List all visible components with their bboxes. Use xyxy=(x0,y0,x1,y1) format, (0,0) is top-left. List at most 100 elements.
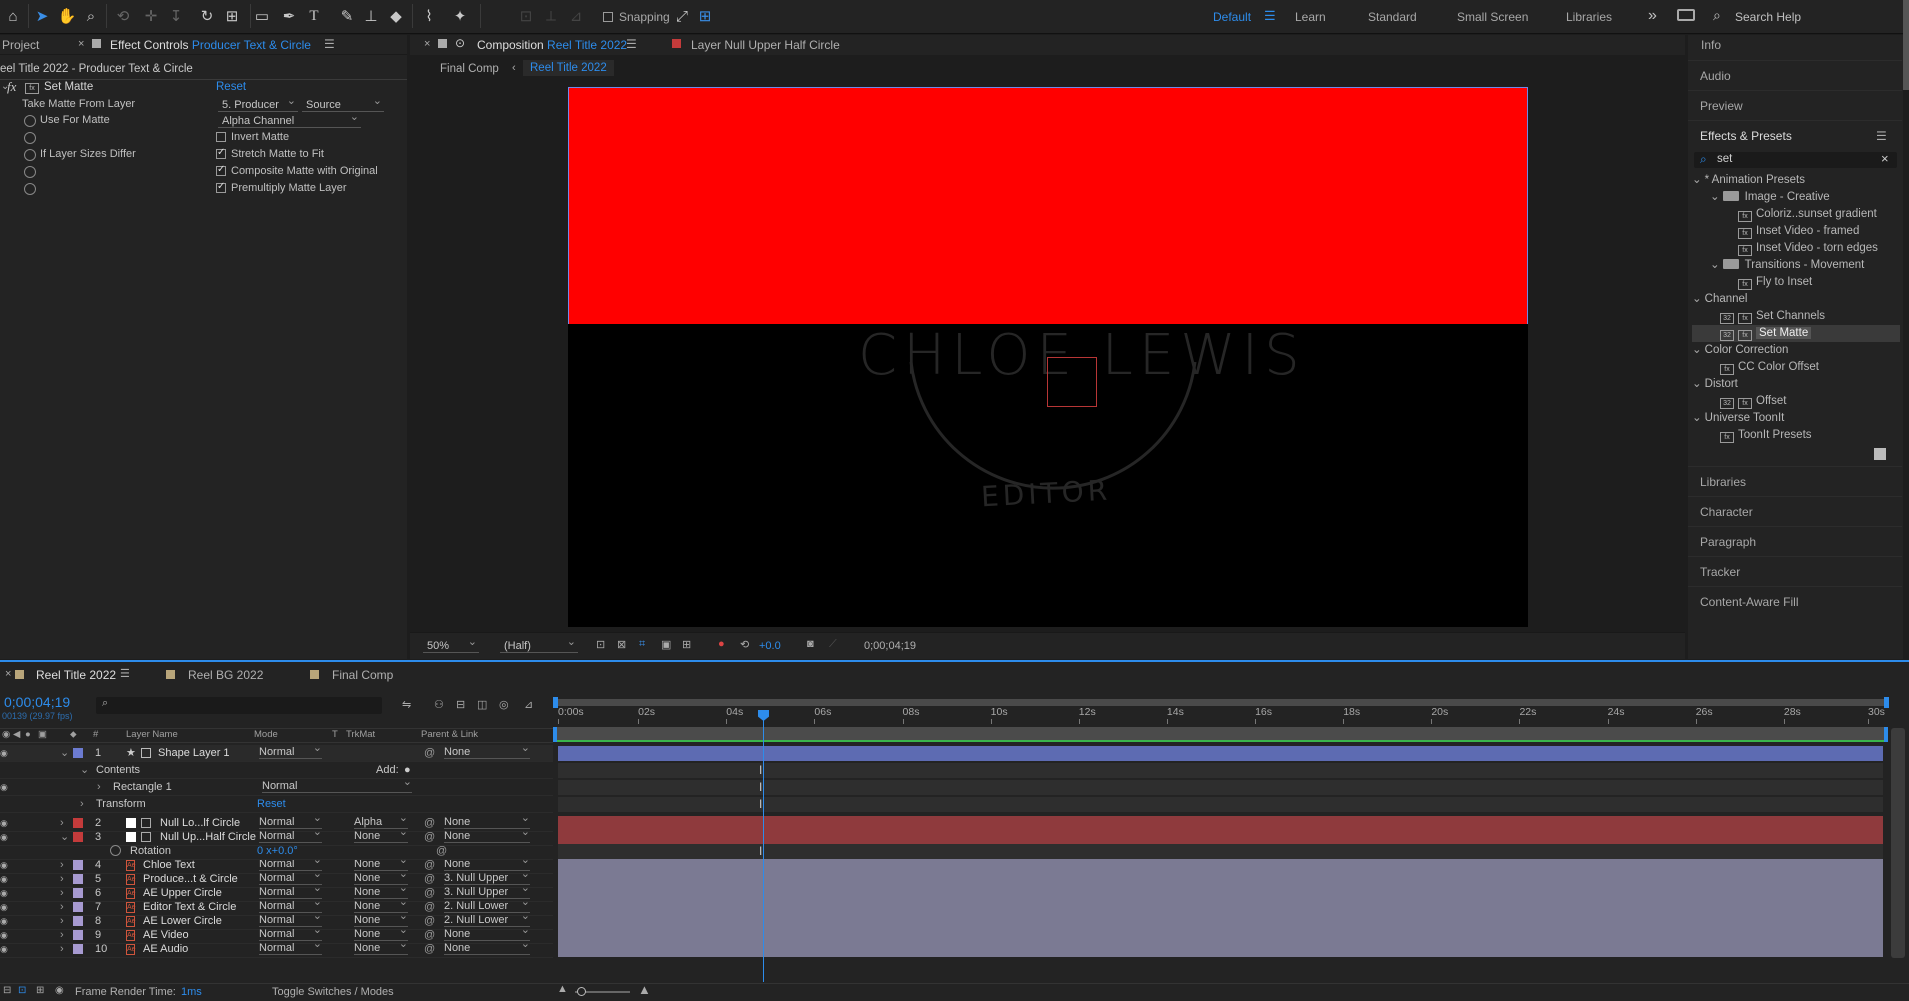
breadcrumb-final-comp[interactable]: Final Comp xyxy=(440,63,499,75)
search-help-input[interactable]: Search Help xyxy=(1735,10,1801,24)
search-icon[interactable]: ⌕ xyxy=(1713,7,1721,24)
info-panel-tab[interactable]: Info xyxy=(1701,38,1721,52)
timeline-tab-reel-title[interactable]: Reel Title 2022 xyxy=(36,665,116,685)
composition-mini-flowchart-icon[interactable]: ⇋ xyxy=(402,698,411,711)
snap-options-icon[interactable]: ⤢ xyxy=(671,5,693,27)
sync-settings-icon[interactable] xyxy=(1677,9,1695,21)
rectangle-row[interactable]: ◉ › Rectangle 1 Normal xyxy=(0,776,553,796)
brush-tool-icon[interactable]: ✎ xyxy=(336,5,358,27)
tab-layer[interactable]: Layer Null Upper Half Circle xyxy=(691,35,840,55)
close-icon[interactable]: × xyxy=(78,38,84,50)
eraser-tool-icon[interactable]: ◆ xyxy=(385,5,407,27)
roto-brush-icon[interactable]: ⌇ xyxy=(418,5,440,27)
column-layer-name[interactable]: Layer Name xyxy=(126,729,178,740)
label-swatch[interactable] xyxy=(73,832,83,842)
frame-blending-icon[interactable]: ◫ xyxy=(477,698,487,711)
pen-tool-icon[interactable]: ✒ xyxy=(278,5,300,27)
tab-effect-controls[interactable]: Effect Controls Producer Text & Circle xyxy=(110,35,311,55)
stopwatch-icon[interactable] xyxy=(24,166,36,178)
effect-name[interactable]: Set Matte xyxy=(44,81,93,93)
effects-item[interactable]: 32 fx Set Channels xyxy=(1692,308,1900,325)
rotation-row[interactable]: Rotation 0 x+0.0° @ xyxy=(0,843,553,860)
snap-grid-icon[interactable]: ⊞ xyxy=(694,5,716,27)
effects-item[interactable]: 32 fx Offset xyxy=(1692,393,1900,410)
lock-icon[interactable] xyxy=(438,39,447,48)
chevron-down-icon[interactable]: ⌄ xyxy=(1692,174,1702,186)
parent-dropdown[interactable]: 2. Null Lower xyxy=(444,896,530,913)
panel-menu-icon[interactable]: ☰ xyxy=(120,667,130,680)
chevron-down-icon[interactable]: ⌄ xyxy=(1710,259,1720,271)
timeline-tab-final-comp[interactable]: Final Comp xyxy=(332,665,393,685)
zoom-tool-icon[interactable]: ⌕ xyxy=(80,5,102,27)
trkmat-dropdown[interactable]: None xyxy=(354,826,408,843)
solo-toggle-icon[interactable]: ● xyxy=(25,729,31,740)
orbit-camera-icon[interactable]: ⟲ xyxy=(112,5,134,27)
label-swatch[interactable] xyxy=(73,944,83,954)
comp-canvas[interactable]: CHLOE LEWIS EDITOR xyxy=(568,87,1528,627)
trkmat-dropdown[interactable]: None xyxy=(354,938,408,955)
timeline-scrollbar[interactable] xyxy=(1891,728,1905,958)
show-snapshot-icon[interactable]: ⟋ xyxy=(829,638,837,651)
chevron-right-icon[interactable]: › xyxy=(60,941,64,958)
chevron-down-icon[interactable]: ⌄ xyxy=(1692,378,1702,390)
draft-3d-icon[interactable]: ⚇ xyxy=(434,698,444,711)
reset-link[interactable]: Reset xyxy=(216,81,246,93)
tab-project[interactable]: Project xyxy=(2,35,39,55)
anchor-tool-icon[interactable]: ⊞ xyxy=(221,5,243,27)
workspace-small-screen[interactable]: Small Screen xyxy=(1457,10,1528,24)
libraries-panel-tab[interactable]: Libraries xyxy=(1688,466,1902,496)
scrollbar[interactable] xyxy=(1903,0,1909,90)
home-icon[interactable]: ⌂ xyxy=(2,5,24,27)
transform-reset[interactable]: Reset xyxy=(257,796,286,813)
layer-duration-bar[interactable] xyxy=(558,746,1883,761)
eye-icon[interactable]: ◉ xyxy=(0,745,8,762)
snapshot-icon[interactable]: ◙ xyxy=(807,638,814,650)
layer-duration-bar[interactable] xyxy=(558,816,1883,831)
effects-group[interactable]: ⌄ Distort xyxy=(1692,376,1900,393)
paragraph-panel-tab[interactable]: Paragraph xyxy=(1688,526,1902,556)
video-toggle-icon[interactable]: ◉ xyxy=(2,729,10,740)
rectangle-tool-icon[interactable]: ▭ xyxy=(251,5,273,27)
eye-icon[interactable]: ◉ xyxy=(0,941,8,958)
stopwatch-icon[interactable] xyxy=(24,149,36,161)
effects-group[interactable]: ⌄ Channel xyxy=(1692,291,1900,308)
workspace-standard[interactable]: Standard xyxy=(1368,10,1417,24)
transparency-grid-icon[interactable]: ⊠ xyxy=(617,638,626,651)
zoom-out-icon[interactable]: ▲ xyxy=(557,983,568,995)
panel-menu-icon[interactable]: ☰ xyxy=(1876,121,1887,151)
stopwatch-icon[interactable] xyxy=(24,183,36,195)
axis-view-icon[interactable]: ⊿ xyxy=(565,5,587,27)
composite-matte-checkbox[interactable] xyxy=(216,164,226,176)
rectangle-label[interactable]: Rectangle 1 xyxy=(113,779,172,796)
rotation-tool-icon[interactable]: ↻ xyxy=(196,5,218,27)
layer-switches-icon[interactable]: ⊟ xyxy=(3,985,11,996)
column-trkmat[interactable]: TrkMat xyxy=(346,729,375,740)
layer-name[interactable]: AE Audio xyxy=(143,941,188,958)
new-preset-icon[interactable] xyxy=(1874,448,1886,460)
effects-item[interactable]: fx Coloriz..sunset gradient xyxy=(1692,206,1900,223)
layer-duration-bar[interactable] xyxy=(558,928,1883,943)
content-aware-fill-tab[interactable]: Content-Aware Fill xyxy=(1688,586,1902,616)
chevron-right-icon[interactable]: › xyxy=(97,779,101,796)
graph-editor-icon[interactable]: ⊿ xyxy=(524,698,533,711)
parent-dropdown[interactable]: None xyxy=(444,924,530,941)
parent-dropdown[interactable]: None xyxy=(444,938,530,955)
preview-panel-tab[interactable]: Preview xyxy=(1688,90,1902,120)
effects-item[interactable]: fx ToonIt Presets xyxy=(1692,427,1900,444)
panel-menu-icon[interactable]: ☰ xyxy=(324,37,335,51)
layer-duration-bar[interactable] xyxy=(558,886,1883,901)
layer-duration-bar[interactable] xyxy=(558,900,1883,915)
audio-toggle-icon[interactable]: ◀ xyxy=(13,729,20,740)
mode-dropdown[interactable]: Normal xyxy=(259,742,322,759)
selection-tool-icon[interactable]: ➤ xyxy=(31,5,53,27)
workspace-default[interactable]: Default xyxy=(1213,10,1251,24)
label-column-icon[interactable]: ⬥ xyxy=(70,729,77,740)
clone-stamp-icon[interactable]: ⊥ xyxy=(360,5,382,27)
stopwatch-icon[interactable] xyxy=(24,132,36,144)
panel-menu-icon[interactable]: ☰ xyxy=(626,37,637,51)
clear-search-icon[interactable]: × xyxy=(1881,151,1889,166)
effects-item[interactable]: fx Inset Video - framed xyxy=(1692,223,1900,240)
chevron-right-icon[interactable]: ⌄ xyxy=(60,745,69,762)
chevron-down-icon[interactable]: ⌄ xyxy=(1710,191,1720,203)
keyframe-nav-icon[interactable]: I xyxy=(759,763,762,777)
